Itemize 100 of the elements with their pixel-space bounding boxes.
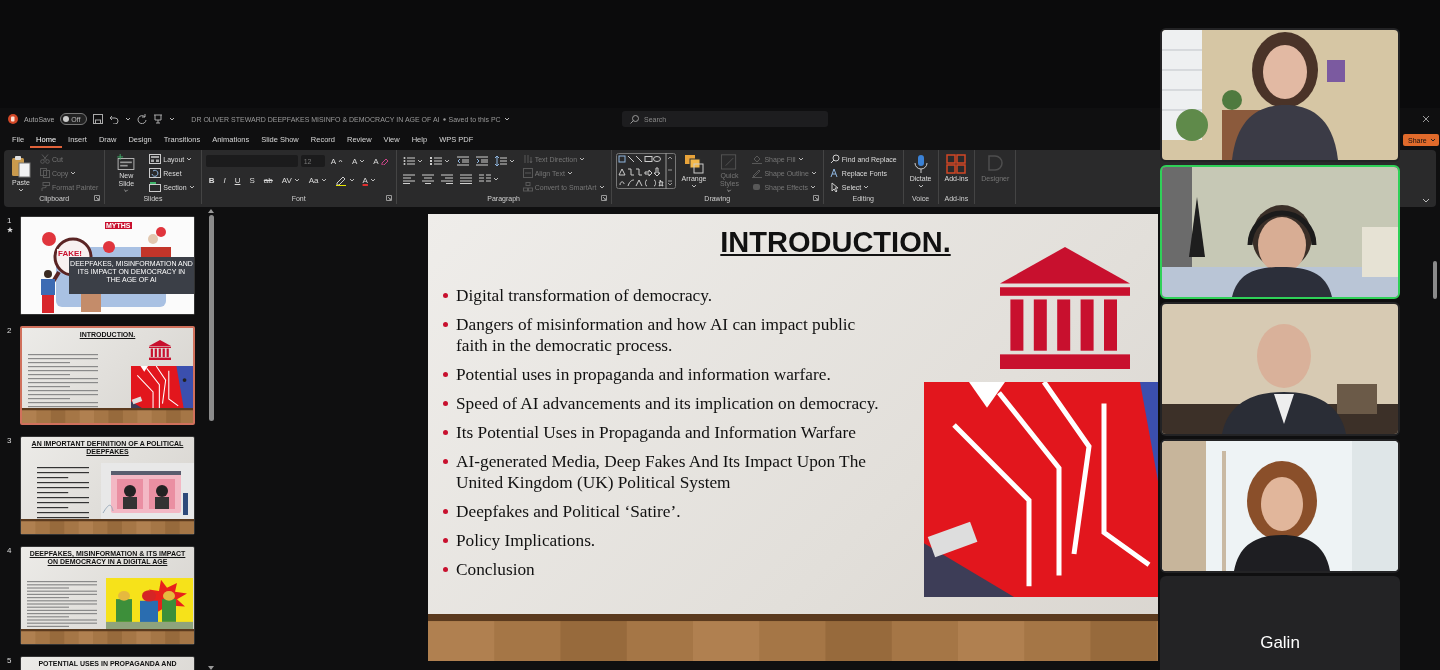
align-left-icon (402, 174, 415, 184)
format-button[interactable]: S (246, 174, 258, 186)
scrollbar-thumb[interactable] (1433, 261, 1437, 299)
microphone-icon (912, 154, 929, 174)
app-logo-icon[interactable] (8, 114, 18, 124)
undo-icon[interactable] (109, 114, 120, 124)
add-ins-icon (946, 154, 967, 174)
format-button[interactable]: AV (278, 174, 303, 186)
arrange-icon (684, 154, 704, 174)
paint-bucket-icon (752, 154, 763, 164)
replace-fonts-icon (829, 168, 840, 178)
bullet-text: Its Potential Uses in Propaganda and Information Warfare (456, 422, 857, 443)
save-icon[interactable] (93, 114, 104, 124)
designer-icon (986, 154, 1005, 174)
caret-icon (169, 117, 176, 121)
new-slide-icon (115, 154, 138, 171)
layout-icon (149, 154, 162, 164)
text-direction-icon (522, 154, 533, 164)
participant-name: Galin (1260, 633, 1300, 653)
ribbon-button[interactable] (492, 155, 517, 167)
bullet-text: Deepfakes and Political ‘Satire’. (456, 501, 682, 522)
launcher-icon[interactable] (385, 195, 392, 201)
close-icon[interactable] (1422, 115, 1430, 123)
effects-icon (752, 182, 763, 192)
bullet-list-icon (402, 156, 415, 166)
align-text-icon (522, 168, 533, 178)
format-button[interactable]: U (231, 174, 244, 186)
search-icon (829, 154, 840, 164)
copy-icon (40, 168, 50, 178)
section-icon (149, 182, 162, 192)
building-icon (149, 340, 171, 360)
search-icon (630, 115, 639, 124)
slide-number: 2 (7, 326, 12, 335)
align-right-icon (440, 174, 453, 184)
building-icon (1000, 247, 1130, 369)
format-button[interactable]: A (359, 174, 379, 186)
ribbon-button[interactable] (438, 173, 455, 185)
slide-number: 5 (7, 656, 12, 665)
bullet-icon (443, 459, 448, 464)
format-button[interactable]: A (327, 155, 346, 167)
decrease-indent-icon (456, 156, 469, 166)
pointer-icon (829, 182, 840, 192)
bullet-icon (443, 538, 448, 543)
bullet-text: AI-generated Media, Deep Fakes And Its Impact Upon The United Kingdom (UK) Political System (456, 451, 867, 493)
format-button[interactable]: I (220, 174, 229, 186)
format-button[interactable]: A (349, 155, 368, 167)
bullet-text: Policy Implications. (456, 530, 597, 551)
highlighter-icon (334, 174, 347, 186)
numbered-list-icon (429, 156, 442, 166)
clipboard-icon (10, 154, 32, 178)
bullet-text: Digital transformation of democracy. (456, 285, 714, 306)
presenter-icon[interactable] (153, 114, 164, 124)
illustration-label: FAKE! (57, 249, 83, 258)
scrollbar-thumb[interactable] (208, 215, 214, 421)
align-center-icon (421, 174, 434, 184)
bullet-text: Speed of AI advancements and its implication on democracy. (456, 393, 880, 414)
smartart-icon (522, 182, 533, 192)
increase-indent-icon (475, 156, 488, 166)
bullet-icon (443, 430, 448, 435)
bullet-icon (443, 372, 448, 377)
shapes-gallery[interactable] (615, 153, 676, 189)
bullet-icon (443, 401, 448, 406)
slide-title: INTRODUCTION. (719, 226, 952, 259)
ribbon-button[interactable] (400, 173, 417, 185)
slide-number: 3 (7, 436, 12, 445)
separator-dot-icon (442, 117, 446, 121)
format-button[interactable]: Aa (305, 174, 330, 186)
bullet-icon (443, 567, 448, 572)
bullet-icon (443, 509, 448, 514)
format-button[interactable]: A (370, 155, 392, 167)
ribbon-button[interactable] (427, 155, 452, 167)
bullet-text: Dangers of misinformation and how AI can impact public faith in the democratic process. (456, 314, 857, 356)
up-caret-icon (338, 159, 343, 163)
slide-reset-icon (149, 168, 162, 178)
slide-number: 4 (7, 546, 12, 555)
bullet-text: Conclusion (456, 559, 536, 580)
scroll-up-icon[interactable] (208, 209, 214, 213)
bullet-text: Potential uses in propaganda and information warfare. (456, 364, 832, 385)
ribbon-button[interactable] (457, 173, 474, 185)
justify-icon (459, 174, 472, 184)
slide-number: 1 (7, 216, 12, 225)
bullet-icon (443, 293, 448, 298)
ribbon-button[interactable] (419, 173, 436, 185)
launcher-icon[interactable] (812, 195, 819, 201)
launcher-icon[interactable] (600, 195, 607, 201)
pen-icon (752, 168, 763, 178)
paintbrush-icon (40, 182, 50, 192)
launcher-icon[interactable] (94, 195, 101, 201)
format-button[interactable]: ab (260, 174, 276, 186)
format-button[interactable]: B (205, 174, 218, 186)
caret-icon (125, 117, 132, 121)
bullet-icon (443, 322, 448, 327)
line-spacing-icon (494, 156, 507, 166)
caret-icon (503, 117, 510, 121)
chevron-icon[interactable] (1422, 198, 1430, 203)
scissors-icon (40, 154, 50, 164)
redo-icon[interactable] (137, 114, 148, 124)
scroll-down-icon[interactable] (208, 666, 214, 670)
caret-icon (1429, 138, 1436, 142)
down-caret-icon (359, 159, 365, 163)
